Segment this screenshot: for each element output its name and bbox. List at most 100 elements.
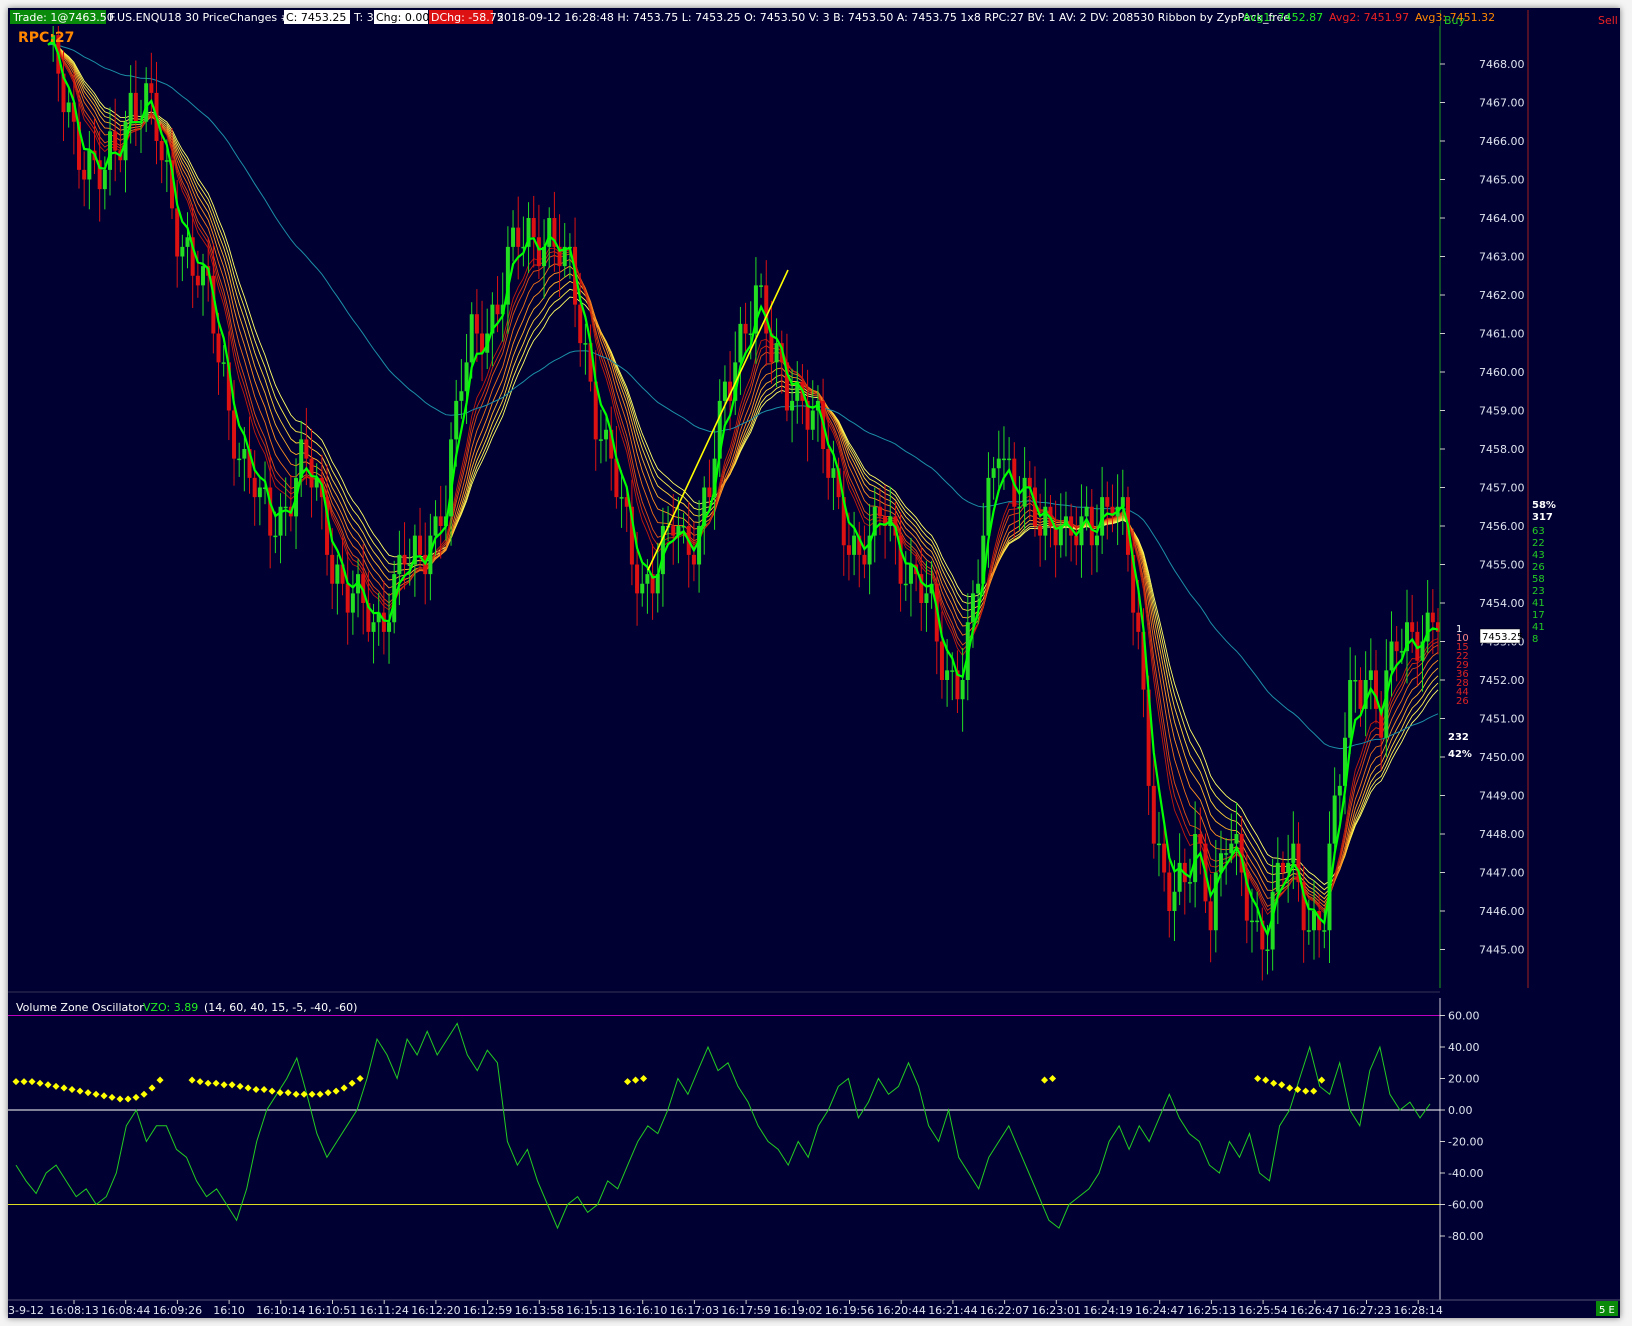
candle <box>185 212 190 269</box>
candle <box>1373 650 1378 724</box>
price-tick-label: 7447.00 <box>1479 867 1525 880</box>
vzo-dot <box>332 1087 340 1095</box>
candle <box>1353 655 1358 713</box>
vzo-value: VZO: 3.89 <box>143 1001 198 1014</box>
candle <box>1110 484 1115 533</box>
candle <box>1436 608 1440 655</box>
stat-label: 317 <box>1532 512 1553 523</box>
ribbon-label: 26 <box>1456 696 1469 707</box>
trade-badge[interactable]: Trade: 1@7463.50 <box>12 11 114 24</box>
price-tick-label: 7460.00 <box>1479 366 1525 379</box>
vzo-dot <box>52 1082 60 1090</box>
candle <box>1151 756 1156 859</box>
vzo-dot <box>60 1084 68 1092</box>
candle <box>350 570 355 635</box>
vzo-tick-label: -40.00 <box>1448 1167 1483 1180</box>
time-label: 16:21:44 <box>928 1304 977 1317</box>
stat-label: 22 <box>1532 538 1545 549</box>
stat-label: 23 <box>1532 586 1545 597</box>
time-label: 16:09:26 <box>153 1304 202 1317</box>
price-tick-label: 7448.00 <box>1479 828 1525 841</box>
vzo-path <box>15 1022 1431 1230</box>
time-label: 16:10 <box>213 1304 245 1317</box>
sell-label[interactable]: Sell <box>1598 14 1618 27</box>
candle <box>304 407 309 486</box>
vzo-tick-label: -20.00 <box>1448 1136 1483 1149</box>
trendline[interactable] <box>647 269 789 571</box>
price-tick-label: 7467.00 <box>1479 97 1525 110</box>
candle <box>598 409 603 464</box>
vzo-dot <box>324 1089 332 1097</box>
buy-label[interactable]: Buy <box>1444 14 1466 27</box>
candle <box>1120 469 1125 535</box>
vzo-title: Volume Zone Oscillator <box>16 1001 144 1014</box>
time-label: 16:25:13 <box>1187 1304 1236 1317</box>
candle <box>1053 500 1058 578</box>
candle <box>862 525 867 579</box>
candle <box>795 361 800 424</box>
candle <box>273 511 278 554</box>
candle <box>474 289 479 362</box>
candle <box>743 302 748 354</box>
candle <box>278 493 283 564</box>
price-tick-label: 7468.00 <box>1479 58 1525 71</box>
vzo-tick-label: 40.00 <box>1448 1041 1480 1054</box>
stat-label: 58% <box>1532 500 1556 511</box>
vzo-dot <box>252 1085 260 1094</box>
time-label: 16:11:24 <box>359 1304 408 1317</box>
corner-badge: 5 E <box>1599 1305 1615 1316</box>
ribbon-line <box>47 43 1439 886</box>
candle <box>345 551 350 645</box>
candle <box>1007 437 1012 469</box>
price-tick-label: 7462.00 <box>1479 289 1525 302</box>
ribbon-line <box>47 43 1439 896</box>
candle <box>877 487 882 536</box>
candle <box>805 369 810 462</box>
price-tick-label: 7449.00 <box>1479 790 1525 803</box>
time-label: 16:24:19 <box>1083 1304 1132 1317</box>
price-tick-label: 7455.00 <box>1479 559 1525 572</box>
time-label: 16:17:59 <box>721 1304 770 1317</box>
candle <box>536 204 541 280</box>
candle <box>542 219 547 299</box>
vzo-dot <box>124 1095 132 1103</box>
trading-chart[interactable]: 7445.00 7446.00 7447.00 7448.00 7449.00 7450.… <box>8 8 1620 1318</box>
vzo-axis: 60.00 40.00 20.00 0.00 -20.00 -40.00 -60.00 -80… <box>1440 1010 1483 1243</box>
stat-label: 232 <box>1448 732 1469 743</box>
time-label: 16:26:47 <box>1290 1304 1339 1317</box>
vzo-dot <box>20 1078 28 1086</box>
vzo-dot <box>292 1090 300 1098</box>
time-label: 16:28:14 <box>1393 1304 1442 1317</box>
price-axis: 7445.00 7446.00 7447.00 7448.00 7449.00 7450.… <box>1440 58 1525 957</box>
candle <box>123 110 128 193</box>
candle <box>82 151 87 207</box>
time-label: 16:27:23 <box>1342 1304 1391 1317</box>
candle <box>857 521 862 588</box>
price-tick-label: 7456.00 <box>1479 520 1525 533</box>
vzo-dot <box>316 1090 324 1098</box>
candles <box>51 8 1440 981</box>
candle <box>1218 830 1223 897</box>
price-tick-label: 7445.00 <box>1479 944 1525 957</box>
vzo-tick-label: 0.00 <box>1448 1104 1473 1117</box>
vzo-dot <box>1254 1074 1262 1083</box>
vzo-dot <box>228 1081 236 1089</box>
ribbon-line <box>47 42 1439 912</box>
price-tick-label: 7450.00 <box>1479 751 1525 764</box>
time-label: 16:19:56 <box>825 1304 874 1317</box>
vzo-dot <box>1041 1076 1049 1084</box>
vzo-dot <box>100 1092 108 1100</box>
candle <box>1415 621 1420 686</box>
candle <box>1187 858 1192 903</box>
vzo-dot <box>244 1084 252 1092</box>
candle <box>521 216 526 267</box>
candle <box>955 650 960 714</box>
time-label: 16:22:07 <box>980 1304 1029 1317</box>
candle <box>722 365 727 428</box>
time-label: 16:16:10 <box>618 1304 667 1317</box>
candle <box>1425 579 1430 653</box>
vzo-dot <box>28 1078 36 1086</box>
candle <box>314 463 319 501</box>
candle <box>1012 442 1017 539</box>
candle <box>852 511 857 576</box>
